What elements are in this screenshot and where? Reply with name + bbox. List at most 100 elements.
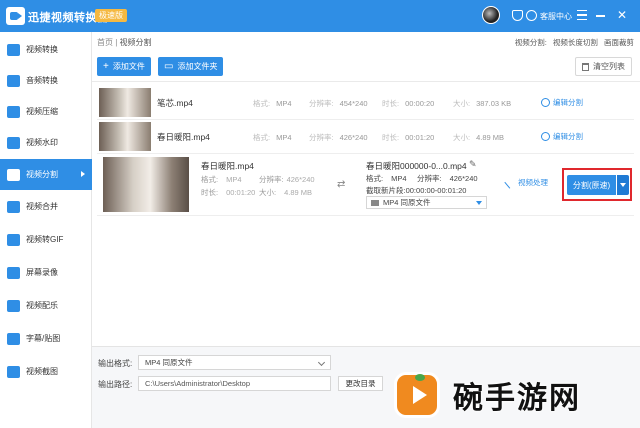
duration-value: 00:01:20 [226,188,256,197]
file-size: 大小: 4.89 MB [259,187,312,198]
avatar[interactable] [482,6,500,24]
sidebar-item-label: 视频分割 [26,170,58,179]
file-name: 笔芯.mp4 [157,98,193,108]
add-file-button[interactable]: + 添加文件 [97,57,151,76]
breadcrumb-home[interactable]: 首页 [97,38,113,47]
merge-icon [7,200,20,213]
sidebar-item-audio-convert[interactable]: 音频转换 [0,65,92,96]
sidebar-item-video-convert[interactable]: 视频转换 [0,34,92,65]
breadcrumb: 首页 | 视频分割 [97,37,152,48]
close-icon[interactable]: ✕ [617,8,627,22]
sidebar-item-split[interactable]: 视频分割 [0,159,92,190]
video-icon [371,199,379,206]
clip-label: 截取新片段: [366,186,406,195]
length-cut-option[interactable]: 视频长度切割 [553,38,598,47]
sidebar-item-compress[interactable]: 视频压缩 [0,96,92,127]
sidebar-item-label: 视频合并 [26,202,58,211]
output-format-dropdown[interactable]: MP4 同原文件 [138,355,331,370]
add-folder-label: 添加文件夹 [177,62,218,71]
size-label: 大小: [259,188,277,197]
clip-range: 截取新片段:00:00:00-00:01:20 [366,185,466,196]
sidebar-item-merge[interactable]: 视频合并 [0,191,92,222]
video-thumbnail [99,122,151,151]
resolution-value: 426*240 [286,175,315,184]
add-folder-button[interactable]: ▭ 添加文件夹 [158,57,224,76]
sidebar-item-screen-record[interactable]: 屏幕录像 [0,257,92,288]
chevron-right-icon [81,171,85,177]
divider [92,81,640,82]
size-label: 大小: [453,99,471,108]
output-resolution: 分辨率: 426*240 [417,173,478,184]
compress-icon [7,105,20,118]
duration-label: 时长: [382,133,400,142]
sidebar-item-label: 视频转换 [26,45,58,54]
resolution-label: 分辨率: [309,133,334,142]
output-format-dropdown-value: MP4 同原文件 [145,358,193,367]
sidebar-item-label: 视频水印 [26,138,58,147]
file-resolution: 分辨率: 426*240 [259,174,315,185]
menu-icon[interactable] [577,10,587,20]
gif-icon [7,233,20,246]
video-thumbnail [103,157,189,212]
clear-list-button[interactable]: 清空列表 [575,57,632,76]
sidebar-item-label: 视频配乐 [26,301,58,310]
headset-icon[interactable] [526,10,537,21]
edit-split-link[interactable]: 编辑分割 [541,131,583,142]
minimize-icon[interactable] [596,15,605,17]
watermark-text: 碗手游网 [453,381,581,416]
size-value: 4.89 MB [476,133,505,142]
sidebar-item-screenshot[interactable]: 视频截图 [0,356,92,387]
split-button[interactable]: 分割(原速) [567,175,616,195]
resolution-value: 454*240 [339,99,368,108]
resolution-value: 426*240 [339,133,368,142]
size-label: 大小: [453,133,471,142]
size-value: 4.89 MB [284,188,313,197]
edit-split-label: 编辑分割 [553,132,583,141]
video-process-link[interactable]: 视频处理 [504,176,548,189]
duration-label: 时长: [382,99,400,108]
output-format-label: 输出格式: [98,359,133,368]
pencil-icon[interactable]: ✎ [469,159,477,170]
sidebar-item-label: 音频转换 [26,76,58,85]
format-label: 格式: [201,175,219,184]
video-thumbnail [99,88,151,117]
split-button-highlight: 分割(原速) [562,168,632,201]
watermark-icon [7,136,20,149]
app-logo-icon [6,7,25,25]
format-label: 格式: [253,99,271,108]
sidebar-item-subtitle[interactable]: 字幕/贴图 [0,323,92,354]
service-center-link[interactable]: 客服中心 [540,11,572,22]
breadcrumb-current: 视频分割 [119,38,152,47]
file-format: 格式: MP4 [253,98,292,109]
output-format-select[interactable]: MP4 同原文件 [366,196,487,209]
crop-option[interactable]: 画面裁剪 [604,38,634,47]
split-mode-label: 视频分割: [514,38,547,47]
shield-icon[interactable] [512,10,523,21]
video-process-label: 视频处理 [518,178,548,187]
format-label: 格式: [366,174,384,183]
edit-split-link[interactable]: 编辑分割 [541,97,583,108]
resolution-label: 分辨率: [417,174,442,183]
sidebar-item-music[interactable]: 视频配乐 [0,290,92,321]
expanded-file-row[interactable]: 春日暖阳.mp4 格式: MP4 分辨率: 426*240 时长: 00:01:20 … [97,154,634,216]
split-dropdown-button[interactable] [617,175,629,195]
resolution-value: 426*240 [449,174,478,183]
file-resolution: 分辨率: 426*240 [309,132,368,143]
edition-badge: 极速版 [95,9,127,22]
file-format: 格式: MP4 [253,132,292,143]
file-size: 大小: 4.89 MB [453,132,504,143]
sidebar-item-watermark[interactable]: 视频水印 [0,127,92,158]
trash-icon [582,62,589,71]
output-format-value: MP4 同原文件 [383,198,431,207]
split-mode-options: 视频分割: 视频长度切割 画面裁剪 [511,37,634,48]
sidebar-item-label: 字幕/贴图 [26,334,61,343]
output-path-input[interactable]: C:\Users\Administrator\Desktop [138,376,331,391]
file-row[interactable]: 笔芯.mp4 格式: MP4 分辨率: 454*240 时长: 00:00:20 大小… [97,86,634,120]
split-icon [7,168,20,181]
sidebar-item-gif[interactable]: 视频转GIF [0,224,92,255]
file-duration: 时长: 00:00:20 [382,98,434,109]
file-row[interactable]: 春日暖阳.mp4 格式: MP4 分辨率: 426*240 时长: 00:01:20 … [97,120,634,154]
change-directory-button[interactable]: 更改目录 [338,376,383,391]
file-size: 大小: 387.03 KB [453,98,511,109]
title-bar: 迅捷视频转换器 极速版 客服中心 ✕ [0,0,640,32]
